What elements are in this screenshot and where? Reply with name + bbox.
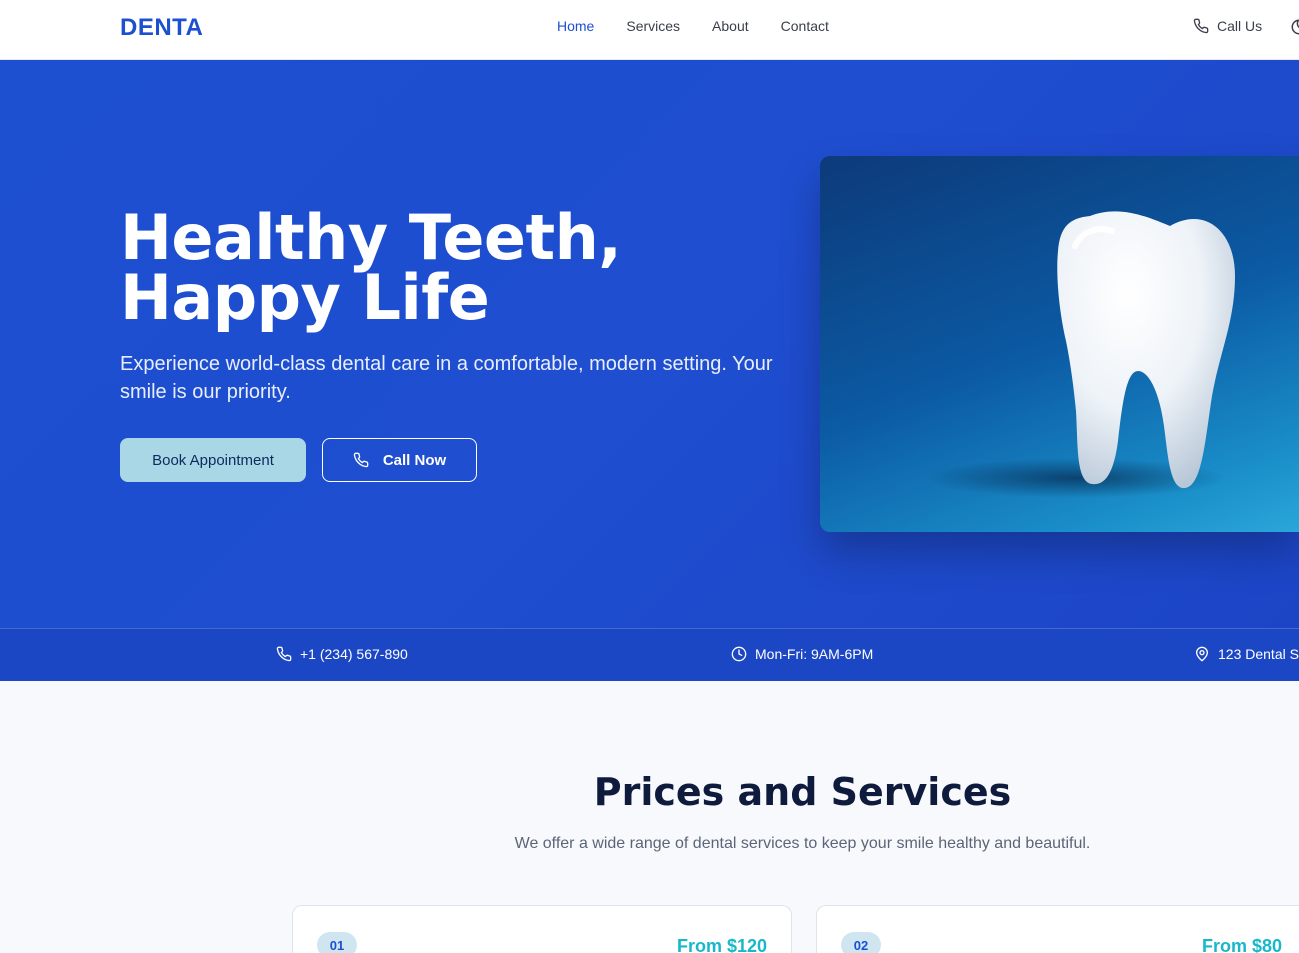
call-now-label: Call Now (382, 451, 447, 469)
brand-logo[interactable]: DENTA (120, 14, 203, 42)
moon-icon[interactable] (1290, 18, 1299, 36)
map-pin-icon (1196, 646, 1208, 662)
hero-subtitle: Experience world-class dental care in a … (120, 353, 773, 403)
service-price: From $120 (676, 936, 767, 953)
info-phone-text: +1 (234) 567-890 (300, 646, 408, 662)
service-price: From $80 (1201, 936, 1282, 953)
hero-tooth-image (820, 156, 1299, 532)
nav-item-about[interactable]: About (712, 18, 749, 34)
clock-icon (731, 646, 747, 662)
header-call-label: Call Us (1217, 18, 1263, 34)
call-now-button[interactable]: Call Now (322, 438, 477, 482)
nav-item-home[interactable]: Home (557, 18, 594, 34)
nav-item-contact[interactable]: Contact (781, 18, 829, 34)
phone-icon (353, 452, 369, 468)
service-number-badge: 01 (317, 932, 357, 953)
info-address-text: 123 Dental S (1218, 646, 1299, 662)
tooth-icon (925, 211, 1235, 498)
service-card[interactable]: 02 From $80 (816, 905, 1299, 953)
hero-title: Healthy Teeth, Happy Life (120, 201, 622, 334)
services-title: Prices and Services (593, 770, 1012, 814)
book-appointment-button[interactable]: Book Appointment (120, 438, 306, 482)
services-subtitle: We offer a wide range of dental services… (514, 835, 1091, 852)
contact-info-bar: +1 (234) 567-890 Mon-Fri: 9AM-6PM 123 De… (0, 628, 1299, 681)
service-card[interactable]: 01 From $120 (292, 905, 792, 953)
info-hours: Mon-Fri: 9AM-6PM (731, 646, 873, 662)
hero-section: Healthy Teeth, Happy Life Experience wor… (0, 60, 1299, 628)
main-nav: Home Services About Contact (557, 18, 829, 34)
header-call-button[interactable]: Call Us (1193, 18, 1262, 34)
phone-icon (1193, 18, 1209, 34)
phone-icon (276, 646, 292, 662)
info-hours-text: Mon-Fri: 9AM-6PM (755, 646, 874, 662)
info-phone[interactable]: +1 (234) 567-890 (276, 646, 408, 662)
nav-item-services[interactable]: Services (626, 18, 680, 34)
site-header: DENTA Home Services About Contact Call U… (0, 0, 1299, 60)
info-address: 123 Dental S (1194, 646, 1299, 662)
service-number-badge: 02 (841, 932, 881, 953)
